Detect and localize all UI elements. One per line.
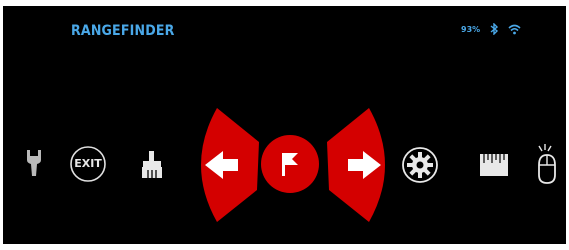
device-screen: RANGEFINDER 93% EXIT xyxy=(3,6,566,244)
right-arrow-button[interactable] xyxy=(323,106,393,224)
rangefinder-flag-button[interactable] xyxy=(259,133,321,195)
settings-gear-icon[interactable] xyxy=(401,146,439,184)
clean-brush-icon[interactable] xyxy=(139,150,165,180)
left-arrow-button[interactable] xyxy=(193,106,263,224)
function-menu: EXIT xyxy=(3,6,566,244)
tools-icon[interactable] xyxy=(25,148,43,178)
ruler-icon[interactable] xyxy=(479,153,509,177)
mouse-icon[interactable] xyxy=(535,143,559,185)
exit-button[interactable]: EXIT xyxy=(69,145,107,183)
exit-label: EXIT xyxy=(74,157,102,170)
